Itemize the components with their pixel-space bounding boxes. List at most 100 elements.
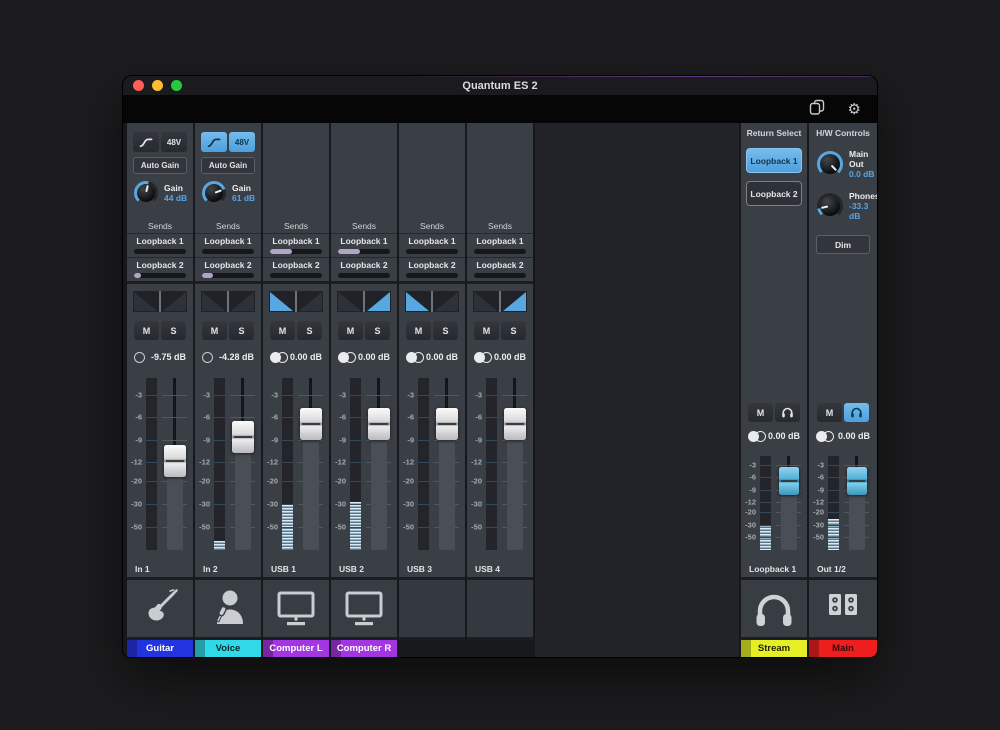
settings-gear-icon[interactable]: ⚙︎ [848, 102, 861, 117]
mute-button[interactable]: M [270, 321, 295, 340]
mute-button[interactable]: M [338, 321, 363, 340]
gain-label: Gain [164, 183, 187, 193]
send-level-bar[interactable] [270, 249, 322, 254]
stereo-link-toggle[interactable] [748, 431, 766, 442]
send-level-bar[interactable] [474, 273, 526, 278]
mute-button[interactable]: M [748, 403, 773, 422]
phantom-power-button[interactable]: 48V [161, 132, 187, 152]
fader-cap[interactable] [436, 408, 458, 440]
fader-track[interactable] [500, 378, 529, 550]
send-label: Loopback 1 [263, 236, 329, 246]
monitor-name[interactable]: Loopback 1 [741, 560, 807, 577]
phones-knob[interactable] [817, 193, 843, 219]
fader-cap[interactable] [300, 408, 322, 440]
mono-link-toggle[interactable] [202, 352, 213, 363]
phantom-power-button[interactable]: 48V [229, 132, 255, 152]
level-meter [282, 378, 293, 550]
send-level-bar[interactable] [270, 273, 322, 278]
pan-left-triangle [201, 291, 226, 312]
channel-name[interactable]: In 2 [195, 560, 261, 577]
return-select-button[interactable]: Loopback 1 [746, 148, 802, 173]
solo-button[interactable]: S [365, 321, 390, 340]
stereo-link-toggle[interactable] [338, 352, 356, 363]
fader-track[interactable] [228, 378, 257, 550]
channel-name[interactable]: USB 1 [263, 560, 329, 577]
monitor-name[interactable]: Out 1/2 [809, 560, 877, 577]
auto-gain-button[interactable]: Auto Gain [201, 157, 255, 174]
pan-control[interactable] [405, 291, 459, 312]
send-level-bar[interactable] [134, 273, 186, 278]
send-level-bar[interactable] [338, 273, 390, 278]
dim-button[interactable]: Dim [816, 235, 870, 254]
stereo-link-toggle[interactable] [816, 431, 834, 442]
fader-cap[interactable] [504, 408, 526, 440]
fader-track[interactable] [364, 378, 393, 550]
gain-label: Gain [232, 183, 255, 193]
phones-assign-button[interactable] [844, 403, 869, 422]
fader-track[interactable] [296, 378, 325, 550]
phones-assign-button[interactable] [775, 403, 800, 422]
scale-label: -50 [745, 533, 756, 542]
solo-button[interactable]: S [501, 321, 526, 340]
pan-control[interactable] [473, 291, 527, 312]
pan-control[interactable] [133, 291, 187, 312]
scenes-icon[interactable] [808, 98, 826, 121]
mute-button[interactable]: M [817, 403, 842, 422]
send-level-bar[interactable] [474, 249, 526, 254]
channel-name[interactable]: USB 4 [467, 560, 533, 577]
fader-track[interactable] [432, 378, 461, 550]
mono-link-toggle[interactable] [134, 352, 145, 363]
send-level-bar[interactable] [338, 249, 390, 254]
solo-button[interactable]: S [297, 321, 322, 340]
channel-name[interactable]: In 1 [127, 560, 193, 577]
minimize-button[interactable] [152, 80, 163, 91]
fader-track[interactable] [160, 378, 189, 550]
channel-color-label[interactable]: Guitar [127, 640, 193, 657]
fader-scale: -3-6-9-12-20-30-50 [809, 456, 826, 550]
fader-cap[interactable] [368, 408, 390, 440]
channel-color-label[interactable]: Computer L [263, 640, 329, 657]
gain-knob[interactable] [202, 181, 226, 205]
fader-cap[interactable] [847, 467, 867, 495]
send-level-bar[interactable] [406, 249, 458, 254]
highpass-filter-button[interactable] [201, 132, 227, 152]
fader-cap[interactable] [164, 445, 186, 477]
mute-button[interactable]: M [474, 321, 499, 340]
close-button[interactable] [133, 80, 144, 91]
fader-cap[interactable] [779, 467, 799, 495]
pan-control[interactable] [269, 291, 323, 312]
gain-knob[interactable] [134, 181, 158, 205]
channel-color-label[interactable]: Main [809, 640, 877, 657]
main-out-knob[interactable] [817, 151, 843, 177]
channel-color-label[interactable]: Voice [195, 640, 261, 657]
mute-button[interactable]: M [406, 321, 431, 340]
zoom-button[interactable] [171, 80, 182, 91]
channel-name[interactable]: USB 2 [331, 560, 397, 577]
fader-track[interactable] [842, 456, 871, 550]
stereo-link-toggle[interactable] [474, 352, 492, 363]
stereo-link-toggle[interactable] [270, 352, 288, 363]
pan-section [331, 284, 397, 318]
return-select-button[interactable]: Loopback 2 [746, 181, 802, 206]
solo-button[interactable]: S [161, 321, 186, 340]
solo-button[interactable]: S [433, 321, 458, 340]
auto-gain-button[interactable]: Auto Gain [133, 157, 187, 174]
pan-control[interactable] [201, 291, 255, 312]
send-level-bar[interactable] [134, 249, 186, 254]
fader-track[interactable] [774, 456, 803, 550]
fader-cap[interactable] [232, 421, 254, 453]
channel-name[interactable]: USB 3 [399, 560, 465, 577]
mute-button[interactable]: M [202, 321, 227, 340]
mute-button[interactable]: M [134, 321, 159, 340]
send-level-bar[interactable] [202, 249, 254, 254]
solo-button[interactable]: S [229, 321, 254, 340]
channel-color-label[interactable]: Stream [741, 640, 807, 657]
channel-color-label[interactable]: Computer R [331, 640, 397, 657]
pan-control[interactable] [337, 291, 391, 312]
send-level-bar[interactable] [406, 273, 458, 278]
send-level-bar[interactable] [202, 273, 254, 278]
channel-strip: 48V Auto Gain Gain 44 dB Sends Loopback … [127, 123, 193, 657]
stereo-link-toggle[interactable] [406, 352, 424, 363]
highpass-filter-button[interactable] [133, 132, 159, 152]
send-label: Loopback 1 [331, 236, 397, 246]
